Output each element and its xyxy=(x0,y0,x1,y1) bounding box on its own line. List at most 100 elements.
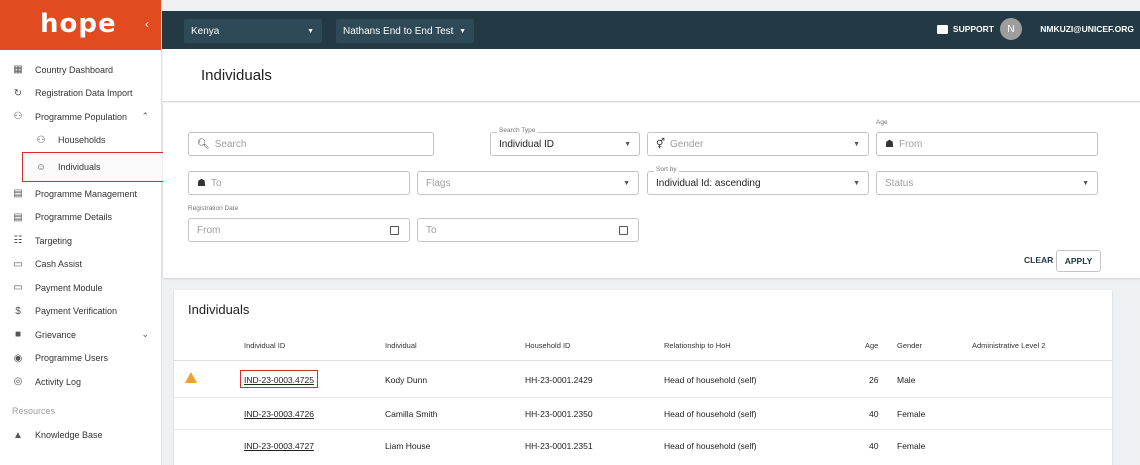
chevron-down-icon[interactable]: ⌄ xyxy=(141,329,149,340)
relationship: Head of household (self) xyxy=(664,409,757,419)
programme-value: Nathans End to End Test xyxy=(343,25,454,37)
sidebar-item-label: Households xyxy=(58,135,106,146)
gender-select[interactable]: ⚥ Gender ▼ xyxy=(647,132,869,156)
sidebar-item-label: Registration Data Import xyxy=(35,88,133,99)
age-label: Age xyxy=(876,119,888,126)
sidebar-item-payment-module[interactable]: ▭ Payment Module xyxy=(0,276,161,300)
fingerprint-icon: ◎ xyxy=(13,376,23,388)
feedback-icon: ■ xyxy=(14,329,22,341)
individuals-table-card: Individuals Individual ID Individual Hou… xyxy=(174,290,1112,465)
individual-id-link[interactable]: IND-23-0003.4727 xyxy=(244,441,314,451)
knowledge-icon: ▲ xyxy=(13,429,23,441)
sidebar-item-label: Country Dashboard xyxy=(35,64,114,75)
column-header-relationship[interactable]: Relationship to HoH xyxy=(664,341,731,350)
column-header-admin-level-2[interactable]: Administrative Level 2 xyxy=(972,341,1045,350)
sidebar-nav: ▦ Country Dashboard ↻ Registration Data … xyxy=(0,50,164,448)
date-to-placeholder: To xyxy=(426,224,437,236)
column-header-age[interactable]: Age xyxy=(865,341,878,350)
sort-by-select[interactable]: Sort by Individual Id: ascending ▼ xyxy=(647,166,869,195)
sidebar-item-programme-users[interactable]: ◉ Programme Users xyxy=(0,347,161,371)
support-button[interactable]: SUPPORT xyxy=(936,24,994,34)
caret-down-icon: ▼ xyxy=(623,179,630,187)
sidebar-item-label: Cash Assist xyxy=(35,259,83,270)
dollar-icon: $ xyxy=(15,305,21,317)
registration-date-to-input[interactable]: To xyxy=(417,218,639,242)
sidebar-item-label: Programme Management xyxy=(35,188,138,199)
age: 40 xyxy=(869,409,879,419)
apply-button[interactable]: APPLY xyxy=(1056,250,1101,272)
household-id: HH-23-0001.2429 xyxy=(525,375,593,385)
age-to-input[interactable]: ☗ To xyxy=(188,171,410,195)
sidebar-item-label: Activity Log xyxy=(35,376,82,387)
flags-select[interactable]: Flags ▼ xyxy=(417,171,639,195)
sidebar-item-programme-population[interactable]: ⚇ Programme Population ⌃ xyxy=(0,105,161,129)
sidebar-item-grievance[interactable]: ■ Grievance ⌄ xyxy=(0,323,161,347)
users-icon: ◉ xyxy=(13,352,23,364)
collapse-sidebar-icon[interactable]: ‹ xyxy=(145,17,149,31)
caret-down-icon: ▼ xyxy=(624,140,631,148)
sidebar-item-targeting[interactable]: ☷ Targeting xyxy=(0,229,161,253)
households-icon: ⚇ xyxy=(36,134,46,146)
age-to-placeholder: To xyxy=(210,177,222,189)
user-email[interactable]: NMKUZI@UNICEF.ORG xyxy=(1040,24,1134,34)
clipboard-icon: ▤ xyxy=(13,211,23,223)
sidebar-item-households[interactable]: ⚇ Households xyxy=(0,129,161,153)
column-header-individual-id[interactable]: Individual ID xyxy=(244,341,285,350)
search-placeholder: Search xyxy=(214,138,247,150)
resources-label: Resources xyxy=(12,405,56,416)
column-header-individual[interactable]: Individual xyxy=(385,341,417,350)
status-select[interactable]: Status ▼ xyxy=(876,171,1098,195)
caret-down-icon: ▼ xyxy=(853,140,860,148)
relationship: Head of household (self) xyxy=(664,441,757,451)
sidebar: hope ‹ ▦ Country Dashboard ↻ Registratio… xyxy=(0,0,164,465)
table-row[interactable]: IND-23-0003.4727 Liam House HH-23-0001.2… xyxy=(174,430,1112,465)
chevron-up-icon[interactable]: ⌃ xyxy=(141,111,149,122)
sidebar-item-country-dashboard[interactable]: ▦ Country Dashboard xyxy=(0,58,161,82)
hope-logo[interactable]: hope xyxy=(40,9,117,39)
avatar[interactable]: N xyxy=(1000,18,1022,40)
sidebar-item-individuals[interactable]: ☺ Individuals xyxy=(22,152,164,182)
search-type-select[interactable]: Search Type Individual ID ▼ xyxy=(490,127,640,156)
page-title: Individuals xyxy=(201,67,272,84)
search-input[interactable]: 🔍︎ Search xyxy=(188,132,434,156)
table-row[interactable]: IND-23-0003.4726 Camilla Smith HH-23-000… xyxy=(174,398,1112,430)
age: 40 xyxy=(869,441,879,451)
warning-icon xyxy=(185,372,197,383)
individual-id-link[interactable]: IND-23-0003.4725 xyxy=(244,375,314,385)
sort-by-value: Individual Id: ascending xyxy=(656,177,761,189)
age-icon: ☗ xyxy=(197,177,206,189)
calendar-icon[interactable] xyxy=(390,225,399,235)
support-label: SUPPORT xyxy=(952,24,994,34)
sidebar-item-activity-log[interactable]: ◎ Activity Log xyxy=(0,370,161,394)
sidebar-item-label: Payment Module xyxy=(35,282,103,293)
sidebar-item-programme-management[interactable]: ▤ Programme Management xyxy=(0,182,161,206)
age-from-input[interactable]: ☗ From xyxy=(876,132,1098,156)
individual-id-link[interactable]: IND-23-0003.4726 xyxy=(244,409,314,419)
column-header-household-id[interactable]: Household ID xyxy=(525,341,570,350)
clear-button[interactable]: CLEAR xyxy=(1024,255,1053,265)
sidebar-item-programme-details[interactable]: ▤ Programme Details xyxy=(0,206,161,230)
caret-down-icon: ▼ xyxy=(1082,179,1089,187)
column-header-gender[interactable]: Gender xyxy=(897,341,922,350)
caret-down-icon: ▼ xyxy=(459,27,466,35)
face-icon: ☺ xyxy=(35,161,47,173)
filters-panel: 🔍︎ Search Search Type Individual ID ▼ ⚥ … xyxy=(163,103,1140,278)
sidebar-item-cash-assist[interactable]: ▭ Cash Assist xyxy=(0,253,161,277)
sidebar-item-label: Targeting xyxy=(35,235,73,246)
sidebar-item-registration-data-import[interactable]: ↻ Registration Data Import xyxy=(0,82,161,106)
table-row[interactable]: IND-23-0003.4725 Kody Dunn HH-23-0001.24… xyxy=(174,361,1112,398)
date-from-placeholder: From xyxy=(197,224,221,236)
sidebar-item-payment-verification[interactable]: $ Payment Verification xyxy=(0,300,161,324)
calendar-icon[interactable] xyxy=(619,225,628,235)
people-icon: ⚇ xyxy=(13,111,23,123)
programme-select[interactable]: Nathans End to End Test ▼ xyxy=(336,19,474,43)
age-from-placeholder: From xyxy=(898,138,923,150)
age: 26 xyxy=(869,375,879,385)
country-select[interactable]: Kenya ▼ xyxy=(184,19,322,43)
sidebar-item-knowledge-base[interactable]: ▲ Knowledge Base xyxy=(0,424,161,448)
registration-date-from-input[interactable]: From xyxy=(188,218,410,242)
sidebar-item-label: Programme Population xyxy=(35,111,128,122)
search-type-label: Search Type xyxy=(497,127,538,134)
sidebar-item-label: Knowledge Base xyxy=(35,430,103,441)
registration-date-label: Registration Date xyxy=(188,205,239,212)
